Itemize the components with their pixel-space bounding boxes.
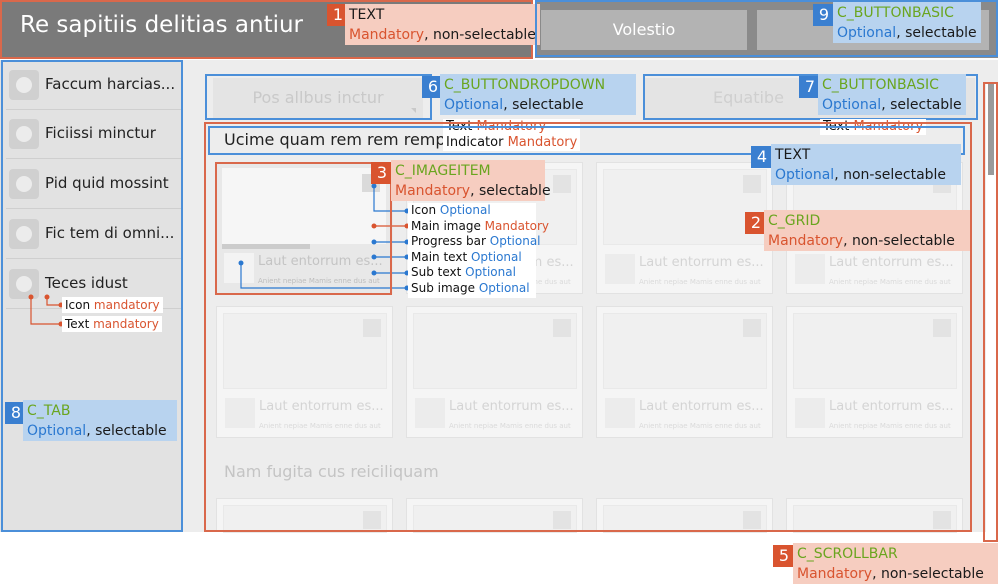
annotation-box-dropdown bbox=[205, 74, 432, 120]
annotation-label-image-item: C_IMAGEITEM Mandatory, selectable bbox=[391, 160, 551, 201]
annotation-type: C_BUTTONBASIC bbox=[837, 5, 954, 21]
annotation-box-tabs bbox=[1, 60, 183, 532]
annotation-box-image-item bbox=[215, 162, 392, 295]
annotation-box-scrollbar bbox=[983, 82, 998, 542]
annotation-label-top-buttons: C_BUTTONBASIC Optional, selectable bbox=[833, 2, 981, 43]
annotation-label-dropdown: C_BUTTONDROPDOWN Optional, selectable bbox=[440, 74, 636, 115]
annotation-requirement: Optional bbox=[822, 97, 882, 113]
annotation-type: C_BUTTONBASIC bbox=[822, 77, 939, 93]
annotation-type: C_SCROLLBAR bbox=[797, 546, 898, 562]
annotation-selectability: , non-selectable bbox=[424, 27, 536, 43]
tab-sub-label-text: Text mandatory bbox=[62, 316, 162, 332]
annotation-requirement: Mandatory bbox=[395, 183, 471, 199]
annotation-number: 5 bbox=[773, 545, 795, 567]
annotation-label-grid: C_GRID Mandatory, non-selectable bbox=[764, 210, 970, 251]
annotation-requirement: Mandatory bbox=[768, 233, 844, 249]
annotation-number: 9 bbox=[813, 4, 835, 26]
annotation-label-tabs: C_TAB Optional, selectable bbox=[23, 400, 177, 441]
annotation-requirement: Mandatory bbox=[797, 566, 873, 582]
annotation-label-title: TEXT Mandatory, non-selectable bbox=[345, 4, 540, 45]
annotation-type: C_GRID bbox=[768, 213, 821, 229]
annotation-type: C_IMAGEITEM bbox=[395, 163, 491, 179]
annotation-selectability: , selectable bbox=[881, 97, 962, 113]
annotation-label-button: C_BUTTONBASIC Optional, selectable bbox=[818, 74, 966, 115]
image-item-sub-labels: Icon Optional Main image Mandatory Progr… bbox=[408, 203, 549, 298]
annotation-selectability: , selectable bbox=[470, 183, 551, 199]
annotation-selectability: , non-selectable bbox=[843, 233, 955, 249]
annotation-requirement: Mandatory bbox=[349, 27, 425, 43]
annotation-type: C_TAB bbox=[27, 403, 71, 419]
annotation-type: TEXT bbox=[349, 7, 385, 23]
annotation-label-scrollbar: C_SCROLLBAR Mandatory, non-selectable bbox=[793, 543, 998, 584]
annotation-selectability: , selectable bbox=[896, 25, 977, 41]
tab-sub-label-icon: Icon mandatory bbox=[62, 297, 163, 313]
annotation-selectability: , selectable bbox=[86, 423, 167, 439]
annotation-selectability: , selectable bbox=[503, 97, 584, 113]
annotation-number: 3 bbox=[371, 162, 393, 184]
annotation-selectability: , non-selectable bbox=[872, 566, 984, 582]
annotation-requirement: Optional bbox=[27, 423, 87, 439]
annotation-requirement: Optional bbox=[444, 97, 504, 113]
annotation-type: C_BUTTONDROPDOWN bbox=[444, 77, 606, 93]
annotation-requirement: Optional bbox=[837, 25, 897, 41]
